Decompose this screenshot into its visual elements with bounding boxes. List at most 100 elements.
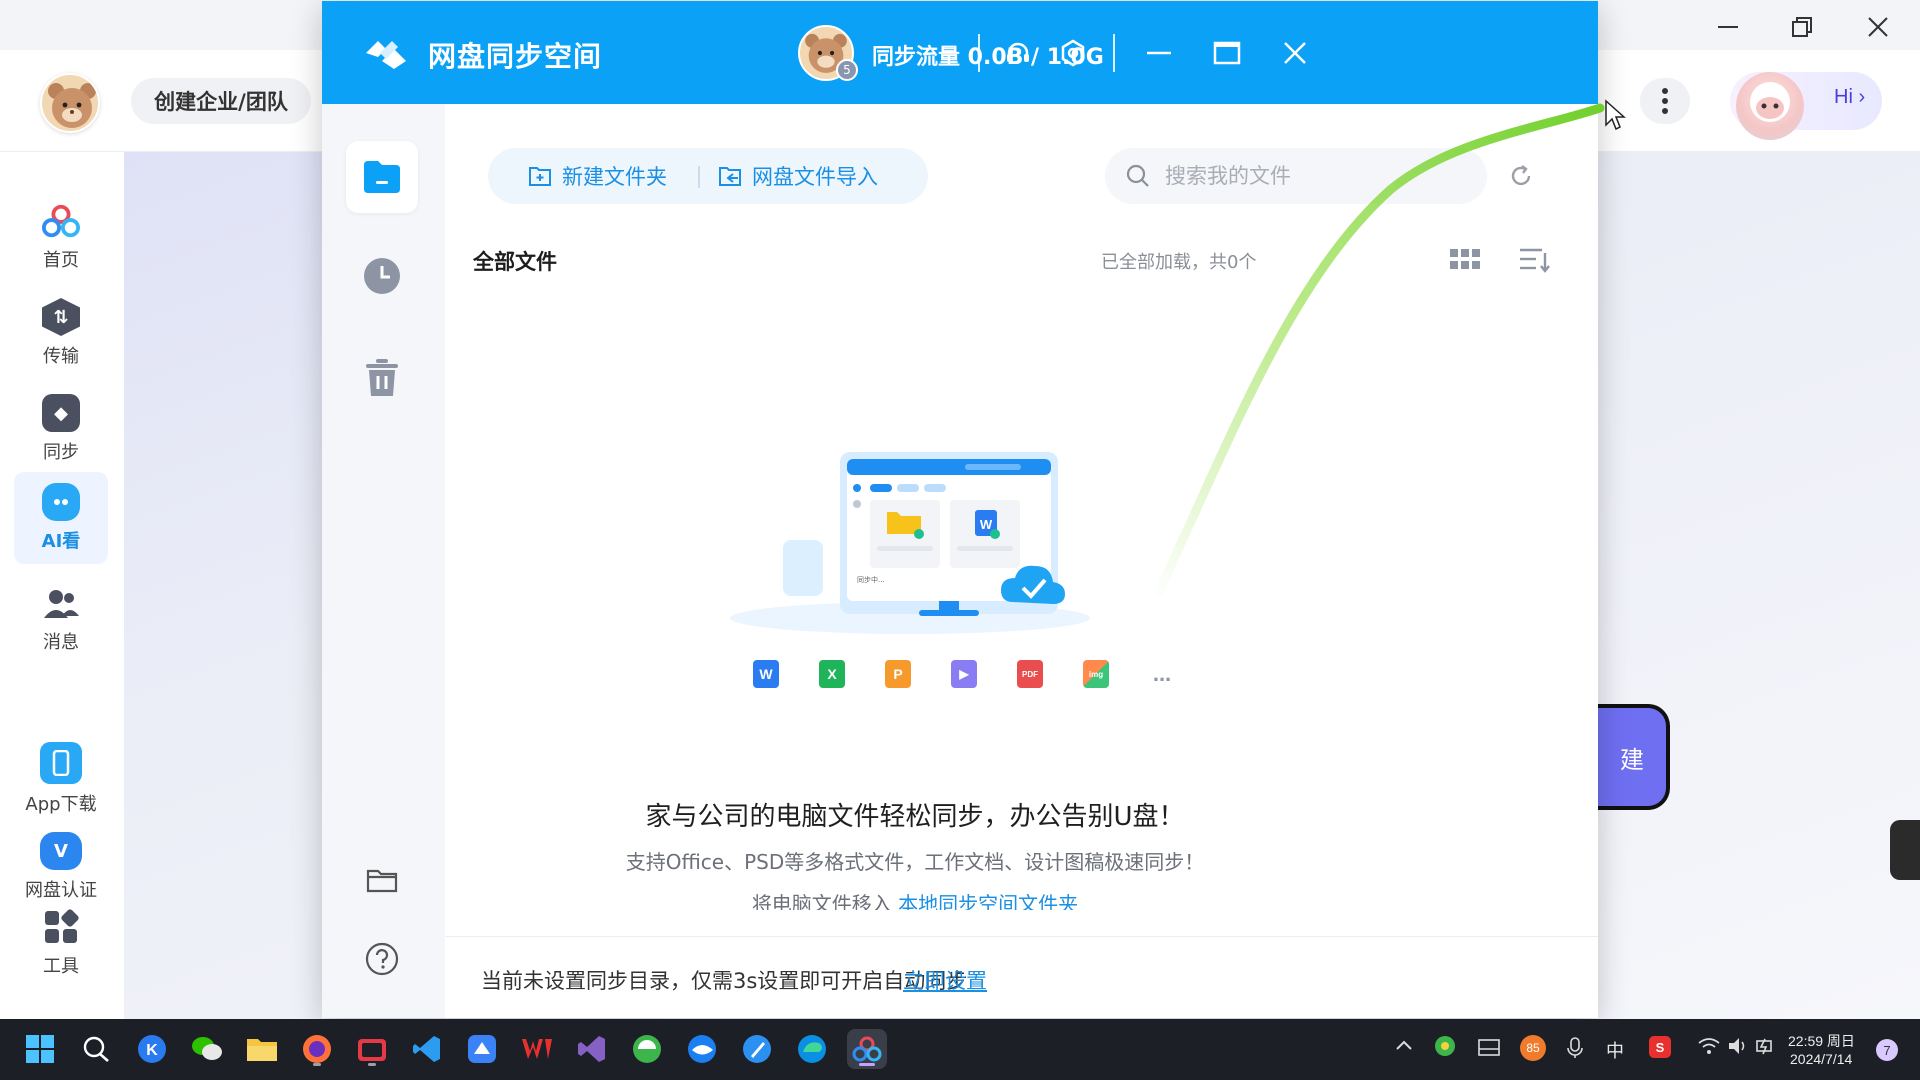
sidebar-item-verify[interactable]: V 网盘认证 [14,832,108,902]
battery-icon[interactable] [1756,1037,1778,1059]
sort-icon[interactable] [1517,242,1553,278]
create-button-partial[interactable]: 建 [1598,704,1670,810]
empty-slogan: 家与公司的电脑文件轻松同步，办公告别U盘！ [645,802,1185,832]
import-files-button[interactable]: 网盘文件导入 [718,148,878,204]
empty-state-illustration: W 同步中... [730,452,1090,634]
start-menu-icon[interactable] [20,1029,60,1069]
refresh-icon[interactable] [1505,160,1537,192]
kuwo-app-icon[interactable]: K [132,1029,172,1069]
file-type-row: W X P ▶ PDF img ... [753,660,1171,690]
volume-icon[interactable] [1728,1037,1750,1059]
sogou-ime-icon[interactable]: S [1648,1035,1672,1063]
restore-icon[interactable] [1782,8,1822,46]
wifi-icon[interactable] [1698,1037,1720,1059]
create-team-button[interactable]: 创建企业/团队 [131,78,311,124]
sidebar-label: 消息 [43,632,79,653]
pdf-icon: PDF [1017,660,1043,688]
breadcrumb[interactable]: 全部文件 [473,246,557,276]
grid-view-icon[interactable] [1447,242,1483,278]
ai-assistant-chip[interactable]: Hi › [1730,72,1882,140]
title-divider [1113,34,1115,72]
dialog-user-avatar[interactable]: 5 [798,25,858,81]
folder-icon [364,161,400,193]
wechat-icon[interactable] [187,1029,227,1069]
file-explorer-icon[interactable] [242,1029,282,1069]
360-browser-icon[interactable] [627,1029,667,1069]
baidu-cloud-icon [42,202,80,240]
firefox-icon[interactable] [297,1029,337,1069]
minimize-icon[interactable] [1139,33,1179,73]
sidebar-item-home[interactable]: 首页 [14,194,108,280]
sidebar-item-sync[interactable]: ◆ 同步 [14,386,108,472]
sidebar-label: 网盘认证 [25,880,97,901]
mouse-cursor-icon [1605,99,1626,131]
sidebar-item-ai-look[interactable]: AI看 [14,472,108,564]
nav-files-button[interactable] [346,141,418,213]
pencil-app-icon[interactable] [737,1029,777,1069]
empty-sub-slogan: 支持Office、PSD等多格式文件，工作文档、设计图稿极速同步！ [625,850,1205,874]
search-input[interactable] [1165,164,1465,188]
clock-date[interactable]: 2024/7/14 [1790,1051,1852,1067]
import-label: 网盘文件导入 [752,165,878,189]
dialog-footer: 当前未设置同步目录，仅需3s设置即可开启自动同步 立即设置 [445,936,1598,1018]
search-box[interactable] [1105,148,1487,204]
thunderbird-icon[interactable] [682,1029,722,1069]
close-icon[interactable] [1858,8,1898,46]
vscode-icon[interactable] [407,1029,447,1069]
notification-badge[interactable]: 7 [1876,1039,1898,1061]
trash-icon [366,359,398,396]
message-icon [42,584,80,622]
user-avatar[interactable] [40,73,100,133]
level-badge: 5 [836,59,858,81]
open-folder-button[interactable] [346,844,418,916]
dialog-titlebar[interactable]: 网盘同步空间 5 同步流量 0.0B / 1.0G [322,1,1598,104]
background-sidebar: 首页 ⇅ 传输 ◆ 同步 AI看 消息 App下载 V 网盘认证 工具 [0,152,124,1019]
microphone-icon[interactable] [1567,1037,1583,1063]
tray-overflow-icon[interactable] [1395,1037,1413,1056]
nav-trash-button[interactable] [346,342,418,414]
tray-app-icon[interactable] [1434,1035,1456,1061]
tray-85-badge[interactable]: 85 [1520,1035,1546,1061]
feishu-icon[interactable] [462,1029,502,1069]
close-icon[interactable] [1275,33,1315,73]
syncing-text: 同步中... [857,575,885,584]
help-button[interactable] [346,923,418,995]
new-folder-label: 新建文件夹 [562,165,667,189]
folder-outline-icon [366,869,398,893]
sidebar-label: 首页 [43,250,79,271]
verify-icon: V [40,832,82,870]
wps-icon[interactable] [517,1029,557,1069]
sidebar-item-tools[interactable]: 工具 [14,900,108,986]
ai-look-icon [42,483,80,521]
sidebar-item-app-download[interactable]: App下载 [14,736,108,822]
settings-icon[interactable] [1053,33,1093,73]
svg-text:K: K [146,1042,158,1059]
visual-studio-icon[interactable] [572,1029,612,1069]
tray-keyboard-icon[interactable] [1478,1037,1500,1061]
more-types-icon: ... [1152,661,1172,686]
search-icon[interactable] [76,1029,116,1069]
title-divider [978,34,980,72]
maximize-icon[interactable] [1207,33,1247,73]
setup-now-link[interactable]: 立即设置 [903,965,987,995]
edge-icon[interactable] [792,1029,832,1069]
hi-label: Hi › [1834,86,1866,108]
local-sync-folder-link[interactable]: 本地同步空间文件夹 [898,892,1078,910]
screen-recorder-icon[interactable] [352,1029,392,1069]
headset-icon[interactable] [998,33,1038,73]
baidu-netdisk-icon[interactable] [847,1029,887,1069]
more-vertical-icon[interactable] [1640,78,1690,124]
new-folder-button[interactable]: 新建文件夹 [528,148,667,204]
sync-space-dialog: 网盘同步空间 5 同步流量 0.0B / 1.0G 新建文件夹 网盘文件导入 搜… [322,1,1598,1018]
move-hint: 将电脑文件移入 本地同步空间文件夹 [445,888,1385,910]
minimize-icon[interactable] [1708,8,1748,46]
dialog-title: 网盘同步空间 [428,40,603,73]
sidebar-label: App下载 [25,794,97,815]
clock-time[interactable]: 22:59 周日 [1788,1031,1855,1051]
sidebar-item-transfer[interactable]: ⇅ 传输 [14,290,108,376]
side-panel-handle[interactable] [1890,820,1920,880]
sidebar-item-message[interactable]: 消息 [14,576,108,662]
import-icon [719,167,741,186]
ime-indicator[interactable]: 中 [1606,1037,1624,1063]
nav-recent-button[interactable] [346,240,418,312]
